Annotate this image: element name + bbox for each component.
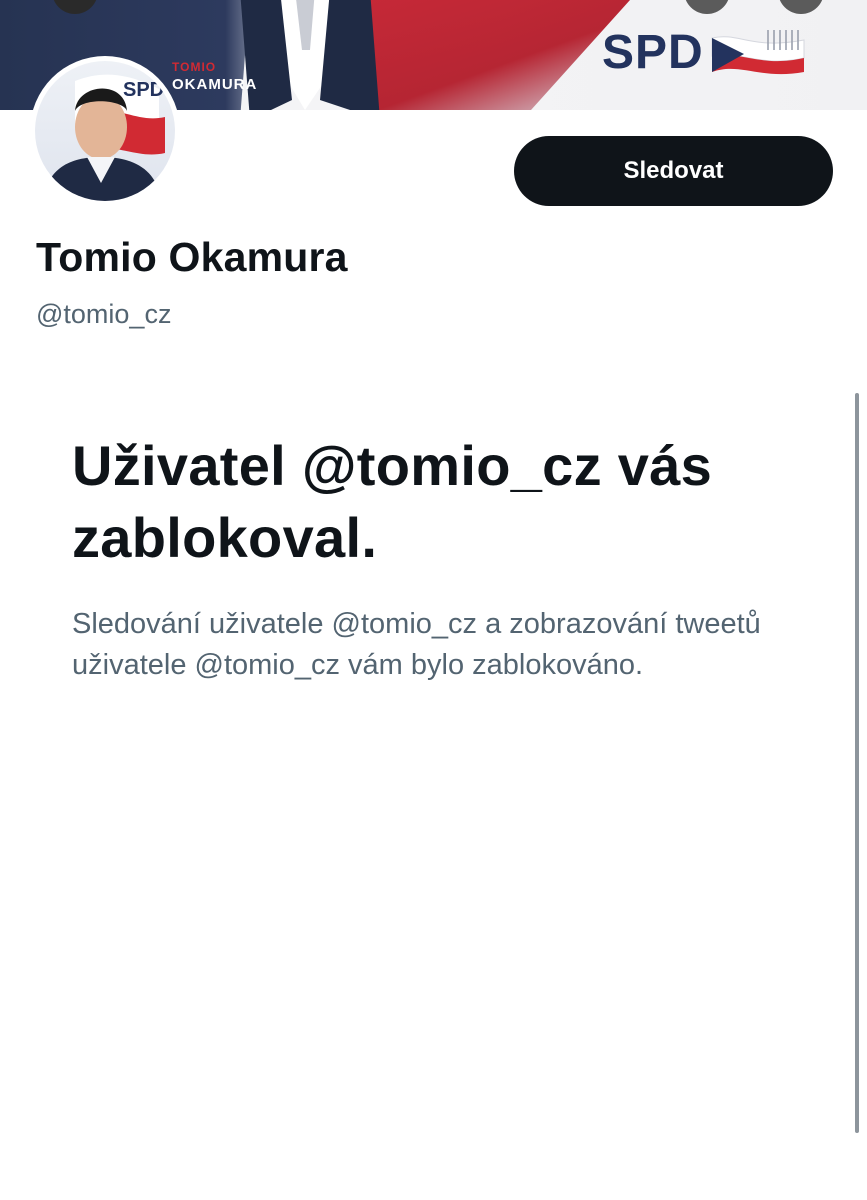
user-handle: @tomio_cz [36,299,172,329]
banner-name-bottom: OKAMURA [172,76,258,93]
blocked-description: Sledování uživatele @tomio_cz a zobrazov… [72,608,761,681]
search-button[interactable] [684,0,730,14]
more-button[interactable] [778,0,824,14]
avatar-photo: SPD [35,61,175,201]
avatar-spd-badge: SPD [123,79,165,101]
spd-logo-text: SPD [602,26,704,79]
blocked-title: Uživatel @tomio_cz vás zablokoval. [72,434,713,569]
spd-logo: SPD [602,28,806,78]
spd-flag-icon [711,30,805,75]
banner-person-image [240,0,380,110]
avatar[interactable]: SPD [30,56,180,206]
display-name: Tomio Okamura [36,234,348,280]
scrollbar[interactable] [855,393,859,1133]
follow-button[interactable]: Sledovat [514,136,833,206]
back-button[interactable] [52,0,98,14]
profile-page: TOMIO OKAMURA SPD SPD Sledovat Tomio Oka… [0,0,867,1200]
banner-name-top: TOMIO [172,60,217,74]
